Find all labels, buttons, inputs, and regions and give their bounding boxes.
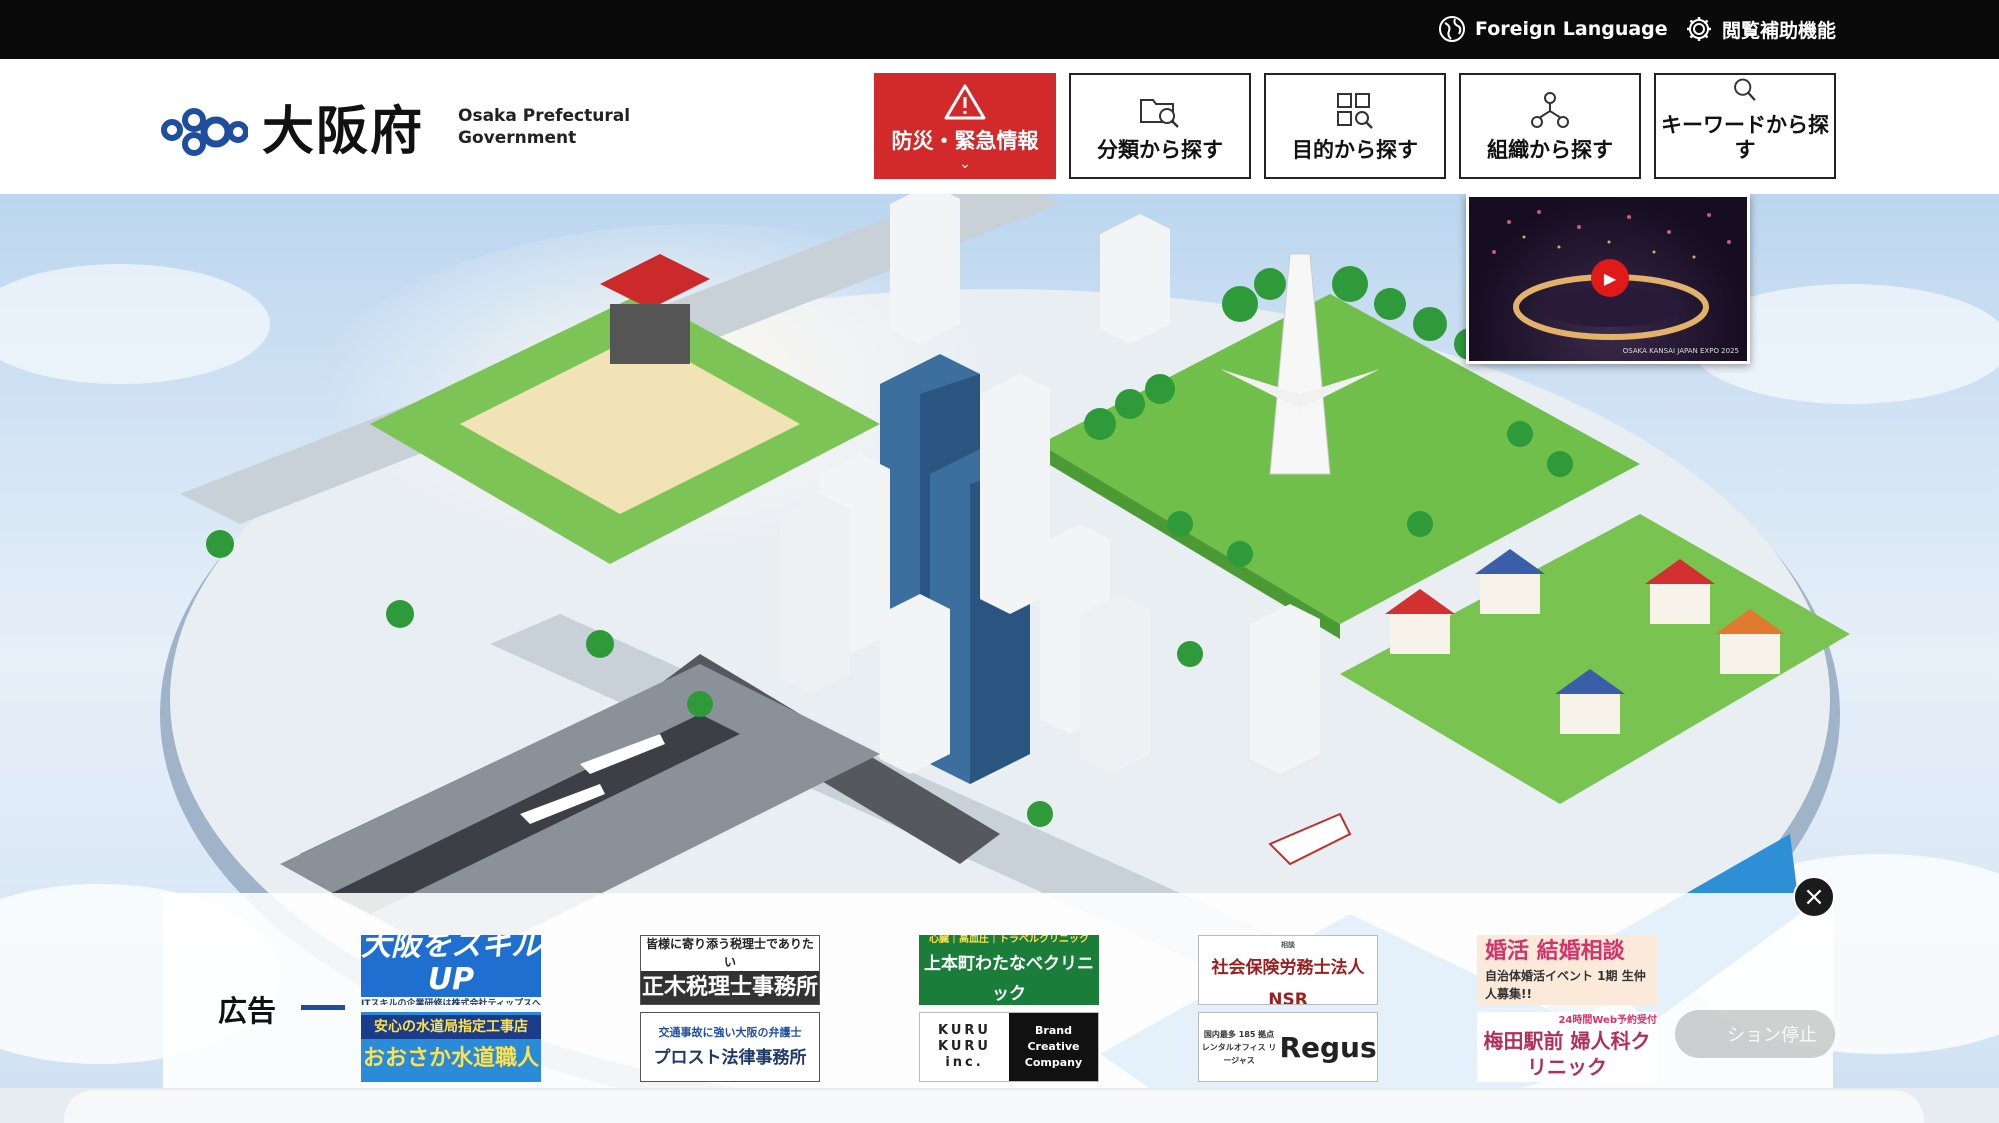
folder-search-icon — [1140, 99, 1179, 128]
nav-by-keyword-label: キーワードから探す — [1661, 113, 1829, 162]
ad-banner-masaki-tax[interactable]: 皆様に寄り添う税理士でありたい 正木税理士事務所 — [640, 935, 820, 1005]
ad-main-text: 社会保険労務士法人NSR — [1211, 958, 1365, 1005]
logo-name: 大阪府 — [262, 101, 425, 162]
ad-label: 広告 — [218, 994, 277, 1028]
nav-by-organization-label: 組織から探す — [1487, 138, 1613, 162]
osaka-emblem-icon — [161, 107, 248, 156]
close-icon: × — [1803, 882, 1825, 912]
ad-banner-konkatsu[interactable]: 婚活 結婚相談 自治体婚活イベント 1期 生仲人募集!! — [1477, 935, 1657, 1005]
ad-banner-prost-law[interactable]: 交通事故に強い大阪の弁護士 プロスト法律事務所 — [640, 1012, 820, 1082]
ad-sub-text: 国内最多 185 拠点 レンタルオフィス リージャス — [1201, 1029, 1277, 1065]
logo-english-name: Osaka Prefectural Government — [458, 105, 631, 148]
ad-main-text: Regus — [1279, 1030, 1377, 1064]
warning-icon — [944, 84, 986, 119]
ad-sub-text: 安心の水道局指定工事店 — [361, 1015, 541, 1039]
animation-stop-label: ション停止 — [1727, 1025, 1817, 1046]
content-card-top — [64, 1090, 1924, 1123]
ad-main-text: プロスト法律事務所 — [653, 1048, 807, 1068]
search-icon — [1734, 78, 1756, 101]
ad-main-text: 婚活 結婚相談 — [1485, 939, 1625, 964]
foreign-language-link[interactable]: Foreign Language — [1437, 12, 1668, 46]
ad-sub-text: 社会保険手続代行・フレックスワーク支援・天候の労務相談 — [1281, 941, 1295, 949]
close-ads-button[interactable]: × — [1793, 876, 1835, 918]
ad-main-text: 大阪をスキルUP — [361, 935, 541, 997]
globe-icon — [1439, 16, 1465, 42]
chevron-down-icon: ⌄ — [959, 155, 971, 172]
utility-bar: Foreign Language 閲覧補助機能 — [0, 0, 1999, 59]
nav-by-purpose-label: 目的から探す — [1292, 138, 1418, 162]
ad-sub-text: 皆様に寄り添う税理士でありたい — [646, 937, 814, 969]
ad-banner-regus[interactable]: 国内最多 185 拠点 レンタルオフィス リージャス Regus — [1198, 1012, 1378, 1082]
ad-banner-osaka-skill-up[interactable]: 大阪をスキルUP ITスキルの企業研修は株式会社ティップスへ — [361, 935, 541, 1005]
video-caption: OSAKA KANSAI JAPAN EXPO 2025 — [1622, 347, 1739, 355]
org-chart-icon — [1531, 92, 1569, 128]
nav-by-keyword[interactable]: キーワードから探す — [1654, 73, 1836, 179]
ad-main-text: 上本町わたなべクリニック — [924, 954, 1094, 1004]
ad-main-text: 正木税理士事務所 — [641, 971, 819, 1004]
site-header: 大阪府 Osaka Prefectural Government 防災・緊急情報… — [0, 59, 1999, 194]
ad-banner-nsr[interactable]: 社会保険手続代行・フレックスワーク支援・天候の労務相談 社会保険労務士法人NSR — [1198, 935, 1378, 1005]
nav-by-category-label: 分類から探す — [1097, 138, 1223, 162]
accessibility-label: 閲覧補助機能 — [1722, 19, 1837, 42]
site-logo[interactable]: 大阪府 Osaka Prefectural Government — [160, 89, 630, 164]
ad-sub-text: 心臓｜高血圧｜トラベルクリニック — [929, 935, 1089, 945]
ad-banner-watanabe-clinic[interactable]: 心臓｜高血圧｜トラベルクリニック 上本町わたなべクリニック — [919, 935, 1099, 1005]
ad-sub-text: 自治体婚活イベント 1期 生仲人募集!! — [1485, 969, 1646, 1001]
ad-sub-text: 24時間Web予約受付 — [1558, 1015, 1657, 1026]
ad-main-text: 梅田駅前 婦人科クリニック — [1483, 1029, 1651, 1079]
nav-emergency-label: 防災・緊急情報 — [891, 128, 1039, 153]
ad-sub-text: Brand Creative Company — [1009, 1013, 1098, 1081]
ad-main-text: KURU KURU inc. — [938, 1023, 991, 1070]
ad-main-text: おおさか水道職人 — [362, 1046, 539, 1071]
nav-emergency-info[interactable]: 防災・緊急情報 ⌄ — [874, 73, 1056, 179]
expo-video-thumbnail[interactable]: ▶ OSAKA KANSAI JAPAN EXPO 2025 — [1466, 194, 1750, 364]
ad-label-divider — [301, 1005, 345, 1010]
play-icon[interactable]: ▶ — [1591, 259, 1629, 297]
nav-by-organization[interactable]: 組織から探す — [1459, 73, 1641, 179]
ad-sub-text: 交通事故に強い大阪の弁護士 — [658, 1026, 802, 1039]
advertisement-bar: 広告 大阪をスキルUP ITスキルの企業研修は株式会社ティップスへ 皆様に寄り添… — [163, 893, 1833, 1088]
nav-by-category[interactable]: 分類から探す — [1069, 73, 1251, 179]
ad-banner-osaka-suido[interactable]: 安心の水道局指定工事店 おおさか水道職人 — [361, 1012, 541, 1082]
animation-stop-button[interactable]: ション停止 — [1675, 1010, 1835, 1058]
ad-sub-text: ITスキルの企業研修は株式会社ティップスへ — [361, 997, 541, 1005]
nav-by-purpose[interactable]: 目的から探す — [1264, 73, 1446, 179]
foreign-language-label: Foreign Language — [1475, 18, 1668, 40]
accessibility-link[interactable]: 閲覧補助機能 — [1684, 12, 1836, 46]
ad-banner-kurukuru[interactable]: KURU KURU inc. Brand Creative Company — [919, 1012, 1099, 1082]
ad-banner-umeda-clinic[interactable]: 24時間Web予約受付 梅田駅前 婦人科クリニック — [1477, 1012, 1657, 1082]
grid-search-icon — [1337, 93, 1373, 129]
gear-icon — [1687, 17, 1711, 41]
